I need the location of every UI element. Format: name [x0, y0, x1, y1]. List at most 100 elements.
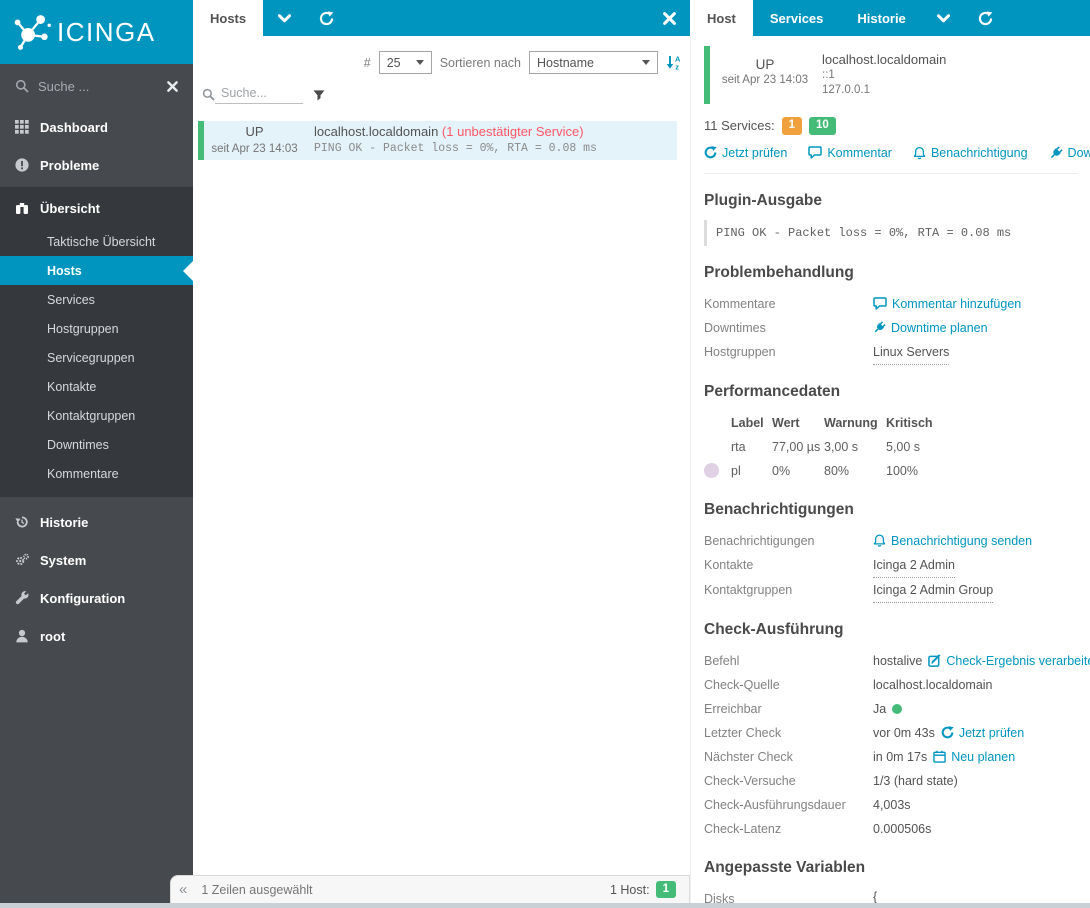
calendar-icon — [933, 750, 946, 763]
sidebar-item-label: Historie — [40, 514, 89, 530]
logo-wordmark: ICINGA — [57, 16, 156, 47]
sidebar-item-hosts[interactable]: Hosts — [0, 256, 193, 285]
limit-select[interactable]: 25 — [378, 51, 432, 74]
history-icon — [15, 515, 29, 529]
section-title-problem-handling: Problembehandlung — [704, 263, 854, 281]
detail-row: Benachrichtigungen Benachrichtigung send… — [704, 529, 1078, 553]
check-now-link[interactable]: Jetzt prüfen — [941, 721, 1024, 745]
perfdata-row-rta: rta 77,00 µs 3,00 s 5,00 s — [731, 439, 921, 454]
detail-row: Check-Versuche 1/3 (hard state) — [704, 773, 958, 788]
sidebar-item-servicegruppen[interactable]: Servicegruppen — [0, 343, 193, 372]
host-name-link[interactable]: localhost.localdomain — [314, 124, 438, 139]
sidebar: ICINGA Dashboard Probleme — [0, 0, 193, 908]
detail-row: Check-Latenz 0.000506s — [704, 821, 932, 836]
sidebar-item-taktische-uebersicht[interactable]: Taktische Übersicht — [0, 227, 193, 256]
section-title-perfdata: Performancedaten — [704, 382, 841, 400]
collapse-sidebar-button[interactable]: « — [179, 882, 187, 897]
sidebar-item-uebersicht[interactable]: Übersicht — [0, 189, 193, 227]
detail-row: Check-Quelle localhost.localdomain — [704, 677, 993, 692]
sidebar-item-services[interactable]: Services — [0, 285, 193, 314]
list-body: # 25 Sortieren nach Hostname Az Suche...… — [193, 36, 690, 160]
rows-selected-text: 1 Zeilen ausgewählt — [201, 882, 313, 897]
perfdata-row-pl: pl 0% 80% 100% — [704, 459, 1078, 483]
sidebar-item-label: Konfiguration — [40, 590, 126, 606]
detail-row: Nächster Check in 0m 17s Neu planen — [704, 745, 1078, 769]
contactgroup-link[interactable]: Icinga 2 Admin Group — [873, 578, 994, 603]
services-handled-badge[interactable]: 1 — [781, 117, 802, 135]
tab-services[interactable]: Services — [753, 0, 841, 36]
sort-alpha-down-icon[interactable]: Az — [666, 55, 683, 70]
icinga-logo[interactable]: ICINGA — [0, 0, 193, 64]
icinga-molecule-icon — [8, 9, 54, 55]
sidebar-item-probleme[interactable]: Probleme — [0, 146, 193, 184]
host-list-row[interactable]: UP seit Apr 23 14:03 localhost.localdoma… — [198, 121, 677, 160]
add-comment-link[interactable]: Kommentar hinzufügen — [873, 292, 1021, 316]
sidebar-item-root[interactable]: root — [0, 617, 193, 655]
horizontal-scrollbar[interactable] — [0, 903, 1090, 908]
icinga-app: ICINGA Dashboard Probleme — [0, 0, 1090, 908]
user-icon — [15, 629, 29, 643]
sidebar-item-kontaktgruppen[interactable]: Kontaktgruppen — [0, 401, 193, 430]
reschedule-link[interactable]: Neu planen — [933, 745, 1015, 769]
sort-select[interactable]: Hostname — [529, 51, 658, 74]
tab-host[interactable]: Host — [690, 0, 753, 36]
section-title-notifications: Benachrichtigungen — [704, 500, 854, 518]
host-address4: 127.0.0.1 — [822, 84, 870, 96]
sidebar-search-input[interactable] — [38, 78, 158, 94]
detail-row: Check-Ausführungsdauer 4,003s — [704, 797, 911, 812]
detail-row: Kontakte Icinga 2 Admin — [704, 553, 1078, 578]
sidebar-item-hostgruppen[interactable]: Hostgruppen — [0, 314, 193, 343]
services-summary: 11 Services: 1 10 — [704, 117, 1078, 135]
edit-icon — [928, 654, 941, 667]
search-icon — [202, 88, 215, 101]
host-count-label: 1 Host: — [609, 882, 650, 897]
services-ok-badge[interactable]: 10 — [808, 117, 836, 135]
sidebar-section-uebersicht: Übersicht Taktische Übersicht Hosts Serv… — [0, 187, 193, 497]
host-count-badge[interactable]: 1 — [655, 880, 676, 899]
downtime-action[interactable]: Downtime — [1049, 146, 1090, 160]
host-header: UP seit Apr 23 14:03 localhost.localdoma… — [704, 46, 1078, 104]
check-now-action[interactable]: Jetzt prüfen — [704, 146, 787, 160]
comment-action[interactable]: Kommentar — [808, 146, 892, 160]
process-check-result-link[interactable]: Check-Ergebnis verarbeiten — [928, 649, 1090, 673]
filter-funnel-icon[interactable] — [313, 90, 325, 101]
contact-link[interactable]: Icinga 2 Admin — [873, 553, 955, 578]
sidebar-item-konfiguration[interactable]: Konfiguration — [0, 579, 193, 617]
refresh-icon[interactable] — [965, 0, 1007, 36]
refresh-icon[interactable] — [305, 0, 347, 36]
sidebar-item-kommentare[interactable]: Kommentare — [0, 459, 193, 488]
notification-action[interactable]: Benachrichtigung — [913, 146, 1028, 160]
chevron-down-icon[interactable] — [923, 0, 965, 36]
sidebar-item-historie[interactable]: Historie — [0, 503, 193, 541]
sidebar-item-kontakte[interactable]: Kontakte — [0, 372, 193, 401]
wrench-icon — [15, 591, 29, 605]
bell-icon — [913, 146, 926, 160]
plug-icon — [873, 321, 886, 334]
chevron-down-icon[interactable] — [263, 0, 305, 36]
services-summary-label: 11 Services: — [704, 118, 775, 134]
clear-search-icon[interactable] — [167, 80, 178, 92]
detail-row: Letzter Check vor 0m 43s Jetzt prüfen — [704, 721, 1078, 745]
unhandled-service-flag: (1 unbestätigter Service) — [441, 124, 584, 139]
gears-icon — [15, 553, 29, 567]
schedule-downtime-link[interactable]: Downtime planen — [873, 316, 988, 340]
tab-hosts[interactable]: Hosts — [193, 0, 264, 36]
host-state-since: seit Apr 23 14:03 — [721, 74, 809, 86]
sidebar-item-downtimes[interactable]: Downtimes — [0, 430, 193, 459]
perfdata-header-row: Label Wert Warnung Kritisch — [731, 415, 933, 430]
host-check-output: PING OK - Packet loss = 0%, RTA = 0.08 m… — [314, 142, 597, 155]
close-icon[interactable] — [648, 0, 690, 36]
list-tab-bar: Hosts — [193, 0, 690, 36]
sidebar-item-dashboard[interactable]: Dashboard — [0, 108, 193, 146]
list-search-input[interactable] — [215, 86, 303, 104]
list-search — [202, 86, 690, 104]
list-controls: # 25 Sortieren nach Hostname Az — [193, 51, 683, 74]
host-address6: ::1 — [822, 69, 835, 81]
tab-historie[interactable]: Historie — [840, 0, 922, 36]
detail-row: Kommentare Kommentar hinzufügen — [704, 292, 1078, 316]
section-title-custom-vars: Angepasste Variablen — [704, 858, 866, 876]
sidebar-item-system[interactable]: System — [0, 541, 193, 579]
hostgroup-link[interactable]: Linux Servers — [873, 340, 950, 365]
send-notification-link[interactable]: Benachrichtigung senden — [873, 529, 1032, 553]
sidebar-nav: Dashboard Probleme Übersicht Taktische Ü… — [0, 108, 193, 655]
